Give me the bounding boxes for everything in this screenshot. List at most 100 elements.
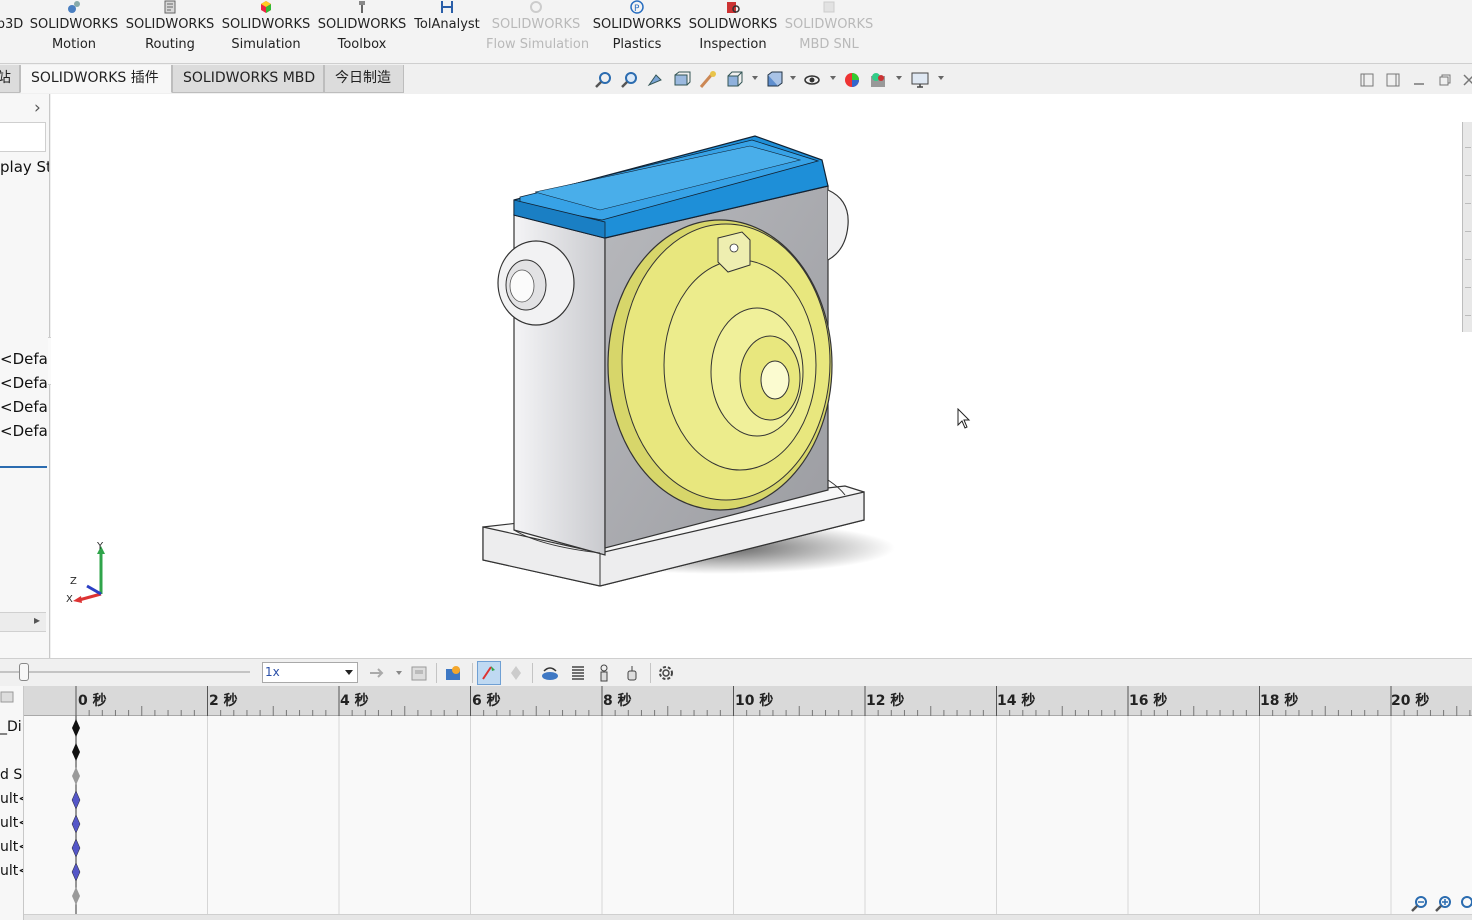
tab-label: SOLIDWORKS MBD [183, 70, 316, 86]
filter-field[interactable] [0, 122, 46, 152]
keyframe[interactable] [72, 887, 80, 905]
contact-icon[interactable] [622, 663, 642, 683]
keyframe[interactable] [71, 814, 81, 834]
ribbon-button-flow-simulation[interactable]: SOLIDWORKS Flow Simulation [486, 0, 589, 60]
tab-partial[interactable]: 站 [0, 65, 20, 93]
tab-today-manufacturing[interactable]: 今日制造 [324, 65, 404, 93]
scroll-right-arrow[interactable]: ▸ [34, 613, 40, 627]
ribbon-button-tolanalyst[interactable]: TolAnalyst [410, 0, 484, 60]
ribbon-button-toolbox[interactable]: SOLIDWORKS Toolbox [316, 0, 408, 60]
filter-icon[interactable] [0, 690, 14, 704]
playback-slider-track[interactable] [0, 671, 250, 673]
keyframe[interactable] [71, 790, 81, 810]
zoom-to-fit-icon[interactable] [594, 70, 614, 90]
playback-speed-select[interactable]: 1x [262, 662, 358, 683]
dynamic-annotation-icon[interactable] [698, 70, 718, 90]
task-pane-tab[interactable] [1465, 296, 1471, 316]
task-pane-tab[interactable] [1465, 128, 1471, 148]
keyframe[interactable] [71, 838, 81, 858]
apply-scene-dropdown-caret[interactable] [896, 76, 902, 80]
display-style-icon[interactable] [764, 70, 784, 90]
motion-manager-tree: _Di d S ult< ult< ult< ult< [0, 686, 24, 920]
view-settings-dropdown-caret[interactable] [938, 76, 944, 80]
timeline-ruler[interactable]: 0 秒 2 秒 4 秒 6 秒 8 秒 10 秒 12 秒 14 秒 16 秒 … [24, 686, 1472, 716]
save-animation-icon[interactable] [410, 663, 430, 683]
time-label: 6 秒 [472, 693, 501, 709]
animation-wizard-icon[interactable] [444, 663, 464, 683]
zoom-out-icon[interactable] [1410, 894, 1430, 914]
tab-label: 今日制造 [335, 70, 391, 86]
horizontal-scrollbar[interactable]: ▸ [0, 612, 46, 632]
triad-z-label: Z [70, 576, 77, 587]
keyframe[interactable] [72, 719, 80, 737]
ribbon-button-sublabel: Routing [145, 37, 195, 52]
view-settings-icon[interactable] [910, 70, 930, 90]
task-pane-tab[interactable] [1465, 268, 1471, 288]
tree-row[interactable]: ult< [0, 791, 23, 807]
task-pane-tab[interactable] [1465, 156, 1471, 176]
apply-scene-icon[interactable] [868, 70, 888, 90]
task-pane-tab[interactable] [1465, 212, 1471, 232]
display-state-label: play St [0, 158, 50, 176]
close-icon[interactable] [1462, 73, 1472, 87]
add-key-icon[interactable] [506, 663, 526, 683]
task-pane-tab[interactable] [1465, 184, 1471, 204]
panel-left-icon[interactable] [1360, 73, 1374, 87]
zoom-to-area-icon[interactable] [620, 70, 640, 90]
restore-icon[interactable] [1438, 73, 1452, 87]
simulation-icon [261, 1, 271, 13]
panel-expand-chevron[interactable]: › [34, 98, 41, 118]
ribbon-button-inspection[interactable]: SOLIDWORKS Inspection [686, 0, 780, 60]
tab-solidworks-mbd[interactable]: SOLIDWORKS MBD [172, 65, 324, 93]
keyframe[interactable] [71, 862, 81, 882]
gear-icon[interactable] [656, 663, 676, 683]
panel-right-icon[interactable] [1386, 73, 1400, 87]
tree-row[interactable]: ult< [0, 863, 23, 879]
motor-icon[interactable] [540, 663, 560, 683]
motion-timeline[interactable]: 0 秒 2 秒 4 秒 6 秒 8 秒 10 秒 12 秒 14 秒 16 秒 … [24, 686, 1472, 920]
hide-show-dropdown-caret[interactable] [830, 76, 836, 80]
config-row[interactable]: <Defau [0, 350, 49, 368]
tree-row[interactable]: d S [0, 767, 22, 783]
ribbon-button-motion[interactable]: SOLIDWORKS Motion [28, 0, 120, 60]
zoom-in-icon[interactable] [1434, 894, 1454, 914]
tree-row[interactable]: ult< [0, 839, 23, 855]
graphics-area[interactable]: Y Z X [51, 94, 1472, 658]
keyframe[interactable] [72, 743, 80, 761]
heads-up-view-toolbar [592, 68, 952, 92]
playback-mode-caret[interactable] [396, 671, 402, 675]
config-row[interactable]: <Defau [0, 398, 49, 416]
autokey-button[interactable] [477, 661, 501, 685]
task-pane-tab[interactable] [1465, 240, 1471, 260]
edit-appearance-icon[interactable] [842, 70, 862, 90]
tree-row[interactable]: ult< [0, 815, 23, 831]
ribbon-button-plastics[interactable]: P SOLIDWORKS Plastics [590, 0, 684, 60]
previous-view-icon[interactable] [646, 70, 666, 90]
view-orientation-dropdown-caret[interactable] [752, 76, 758, 80]
config-row[interactable]: <Defau [0, 374, 49, 392]
ribbon-button-mbd-snl[interactable]: SOLIDWORKS MBD SNL [782, 0, 876, 60]
timeline-horizontal-scrollbar[interactable] [24, 914, 1472, 920]
mbd-snl-icon [823, 1, 835, 13]
spring-icon[interactable] [568, 663, 588, 683]
arrow-right-icon[interactable] [368, 665, 386, 681]
tab-solidworks-addins[interactable]: SOLIDWORKS 插件 [20, 65, 172, 93]
section-view-icon[interactable] [672, 70, 692, 90]
time-label: 16 秒 [1129, 693, 1168, 709]
playback-slider-thumb[interactable] [19, 663, 29, 681]
view-orientation-icon[interactable] [724, 70, 744, 90]
gearbox-model-3d[interactable] [51, 94, 1472, 658]
zoom-fit-icon[interactable] [1458, 894, 1472, 914]
motion-manager-toolbar: 1x [0, 658, 1472, 686]
config-row[interactable]: <Defau [0, 422, 49, 440]
display-style-dropdown-caret[interactable] [790, 76, 796, 80]
minimize-icon[interactable] [1412, 73, 1426, 87]
ribbon-button-simulation[interactable]: SOLIDWORKS Simulation [220, 0, 312, 60]
keyframe[interactable] [72, 767, 80, 785]
tree-row[interactable]: _Di [0, 719, 22, 735]
task-pane-tabs [1462, 122, 1472, 332]
hide-show-items-icon[interactable] [802, 70, 822, 90]
ribbon-button-routing[interactable]: SOLIDWORKS Routing [124, 0, 216, 60]
damper-icon[interactable] [594, 663, 614, 683]
ribbon-button-3d[interactable]: b3D [0, 0, 24, 60]
